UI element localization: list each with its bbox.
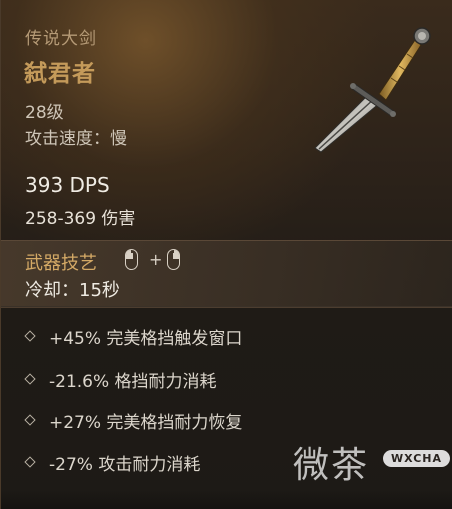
item-header: 传说大剑 弑君者 28级 攻击速度：慢 393 DPS 258-369 伤害	[1, 0, 452, 240]
perk-text: -21.6% 格挡耐力消耗	[49, 371, 217, 392]
greatsword-icon	[314, 27, 431, 153]
diamond-bullet-icon	[24, 330, 36, 342]
section-divider	[1, 306, 452, 307]
weapon-skill-title: 武器技艺	[25, 253, 97, 274]
watermark-badge: WXCHA	[383, 450, 451, 467]
diamond-bullet-icon	[24, 373, 36, 385]
bottom-fade	[1, 490, 452, 509]
diamond-bullet-icon	[24, 456, 36, 468]
perk-line: -27% 攻击耐力消耗	[23, 450, 201, 475]
weapon-skill-panel: 武器技艺 + 冷却：15秒	[1, 240, 452, 308]
damage-range: 258-369 伤害	[25, 209, 136, 229]
item-rarity-type: 传说大剑	[25, 29, 97, 49]
plus-sign: +	[149, 250, 163, 269]
item-level: 28级	[25, 103, 64, 123]
watermark: 微茶 WXCHA	[293, 436, 452, 486]
watermark-text: 微茶	[293, 445, 370, 486]
mouse-left-button-icon	[125, 249, 138, 270]
item-tooltip: 传说大剑 弑君者 28级 攻击速度：慢 393 DPS 258-369 伤害 武…	[0, 0, 452, 509]
perk-text: +45% 完美格挡触发窗口	[49, 328, 243, 349]
perk-line: -21.6% 格挡耐力消耗	[23, 367, 217, 392]
perk-text: +27% 完美格挡耐力恢复	[49, 412, 243, 433]
mouse-right-button-icon	[167, 249, 180, 270]
item-name: 弑君者	[24, 61, 96, 87]
diamond-bullet-icon	[24, 414, 36, 426]
perk-line: +45% 完美格挡触发窗口	[23, 324, 243, 349]
perk-text: -27% 攻击耐力消耗	[49, 454, 201, 475]
perk-line: +27% 完美格挡耐力恢复	[23, 408, 243, 433]
weapon-skill-cooldown: 冷却：15秒	[25, 280, 120, 301]
dps-value: 393 DPS	[25, 173, 110, 197]
attack-speed: 攻击速度：慢	[25, 129, 127, 149]
